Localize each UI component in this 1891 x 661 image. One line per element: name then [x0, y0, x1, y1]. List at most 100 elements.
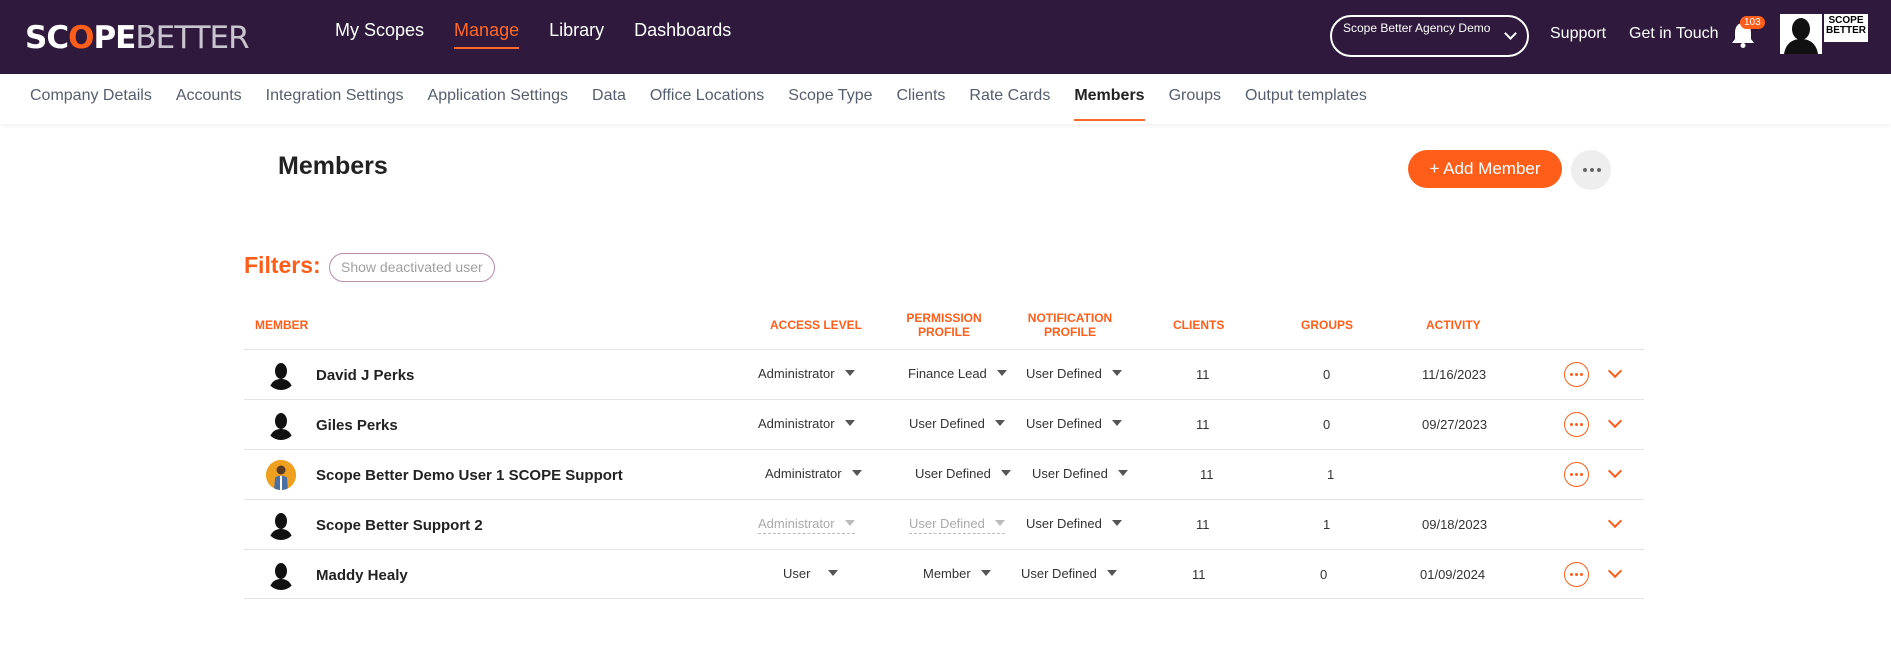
add-member-button[interactable]: + Add Member [1408, 150, 1562, 188]
nav-my-scopes[interactable]: My Scopes [335, 20, 424, 49]
subnav-clients[interactable]: Clients [897, 87, 946, 121]
main-nav: My Scopes Manage Library Dashboards [335, 20, 731, 49]
table-row: Giles Perks Administrator User Defined U… [244, 399, 1644, 449]
activity-date: 11/16/2023 [1422, 367, 1487, 382]
access-level-select[interactable]: Administrator [765, 466, 862, 481]
caret-down-icon [1111, 420, 1122, 426]
member-avatar [266, 510, 296, 540]
more-icon [1570, 423, 1583, 426]
more-icon [1570, 573, 1583, 576]
permission-profile-select[interactable]: User Defined [909, 416, 1005, 431]
clients-count: 11 [1200, 467, 1214, 482]
scope-better-logo[interactable]: SCOPEBETTER [25, 20, 250, 56]
caret-down-icon [994, 520, 1005, 526]
subnav-rate-cards[interactable]: Rate Cards [969, 87, 1050, 121]
row-actions-button[interactable] [1564, 562, 1589, 587]
header-permission-profile: PERMISSION PROFILE [906, 311, 982, 339]
user-avatar[interactable] [1780, 14, 1822, 54]
header-clients: CLIENTS [1173, 318, 1225, 332]
row-actions-button[interactable] [1564, 462, 1589, 487]
access-level-select[interactable]: Administrator [758, 366, 855, 381]
show-deactivated-filter[interactable]: Show deactivated user [329, 253, 495, 282]
caret-down-icon [851, 470, 862, 476]
filters-label: Filters: [244, 252, 321, 278]
notification-profile-select[interactable]: User Defined [1026, 416, 1122, 431]
member-name[interactable]: David J Perks [316, 367, 414, 384]
subnav-integration-settings[interactable]: Integration Settings [266, 87, 404, 121]
get-in-touch-link[interactable]: Get in Touch [1629, 25, 1719, 43]
caret-down-icon [844, 520, 855, 526]
subnav-accounts[interactable]: Accounts [176, 87, 242, 121]
access-level-select[interactable]: User [783, 566, 839, 581]
agency-select[interactable]: Scope Better Agency Demo [1330, 15, 1529, 57]
header-notification-profile: NOTIFICATION PROFILE [1027, 311, 1113, 339]
subnav-members[interactable]: Members [1074, 87, 1145, 121]
manage-subnav: Company Details Accounts Integration Set… [0, 74, 1891, 124]
member-avatar [266, 410, 296, 440]
caret-down-icon [1111, 370, 1122, 376]
header-activity: ACTIVITY [1426, 318, 1481, 332]
chevron-down-icon[interactable] [1607, 363, 1623, 379]
row-actions-button[interactable] [1564, 362, 1589, 387]
agency-select-value: Scope Better Agency Demo [1343, 21, 1491, 35]
subnav-application-settings[interactable]: Application Settings [428, 87, 569, 121]
permission-profile-select[interactable]: User Defined [915, 466, 1011, 481]
member-avatar [266, 560, 296, 590]
chevron-down-icon[interactable] [1607, 513, 1623, 529]
subnav-groups[interactable]: Groups [1169, 87, 1221, 121]
company-logo: SCOPE BETTER [1824, 14, 1868, 42]
activity-date: 01/09/2024 [1420, 567, 1486, 582]
groups-count: 1 [1323, 517, 1331, 532]
groups-count: 0 [1323, 417, 1331, 432]
access-level-select: Administrator [758, 516, 855, 534]
member-avatar [266, 360, 296, 390]
header-groups: GROUPS [1301, 318, 1354, 332]
member-avatar [266, 460, 296, 490]
header-member: MEMBER [255, 318, 309, 332]
subnav-scope-type[interactable]: Scope Type [788, 87, 872, 121]
permission-profile-select: User Defined [909, 516, 1005, 534]
groups-count: 1 [1327, 467, 1335, 482]
subnav-office-locations[interactable]: Office Locations [650, 87, 764, 121]
chevron-down-icon[interactable] [1607, 463, 1623, 479]
clients-count: 11 [1196, 367, 1210, 382]
caret-down-icon [1000, 470, 1011, 476]
table-row: Scope Better Support 2 Administrator Use… [244, 499, 1644, 549]
caret-down-icon [980, 570, 991, 576]
caret-down-icon [828, 570, 839, 576]
permission-profile-select[interactable]: Finance Lead [908, 366, 1007, 381]
subnav-company-details[interactable]: Company Details [30, 87, 152, 121]
permission-profile-select[interactable]: Member [923, 566, 991, 581]
top-bar: SCOPEBETTER My Scopes Manage Library Das… [0, 0, 1891, 74]
chevron-down-icon [1504, 27, 1517, 40]
nav-manage[interactable]: Manage [454, 20, 520, 49]
member-name[interactable]: Scope Better Support 2 [316, 517, 483, 534]
chevron-down-icon[interactable] [1607, 413, 1623, 429]
notification-profile-select[interactable]: User Defined [1021, 566, 1117, 581]
access-level-select[interactable]: Administrator [758, 416, 855, 431]
header-access-level: ACCESS LEVEL [770, 318, 863, 332]
notification-profile-select[interactable]: User Defined [1026, 366, 1122, 381]
clients-count: 11 [1196, 517, 1210, 532]
page-title: Members [278, 152, 388, 180]
support-link[interactable]: Support [1550, 25, 1606, 43]
member-name[interactable]: Scope Better Demo User 1 SCOPE Support [316, 467, 623, 484]
notification-profile-select[interactable]: User Defined [1032, 466, 1128, 481]
nav-dashboards[interactable]: Dashboards [634, 20, 731, 49]
row-actions-button[interactable] [1564, 412, 1589, 437]
more-options-button[interactable] [1571, 150, 1611, 190]
activity-date: 09/27/2023 [1422, 417, 1488, 432]
subnav-data[interactable]: Data [592, 87, 626, 121]
subnav-output-templates[interactable]: Output templates [1245, 87, 1367, 121]
more-icon [1570, 373, 1583, 376]
table-row: David J Perks Administrator Finance Lead… [244, 349, 1644, 399]
member-name[interactable]: Giles Perks [316, 417, 398, 434]
nav-library[interactable]: Library [549, 20, 604, 49]
caret-down-icon [1117, 470, 1128, 476]
chevron-down-icon[interactable] [1607, 563, 1623, 579]
member-name[interactable]: Maddy Healy [316, 567, 408, 584]
groups-count: 0 [1323, 367, 1331, 382]
caret-down-icon [1111, 520, 1122, 526]
notification-badge: 103 [1740, 16, 1765, 29]
notification-profile-select[interactable]: User Defined [1026, 516, 1122, 531]
